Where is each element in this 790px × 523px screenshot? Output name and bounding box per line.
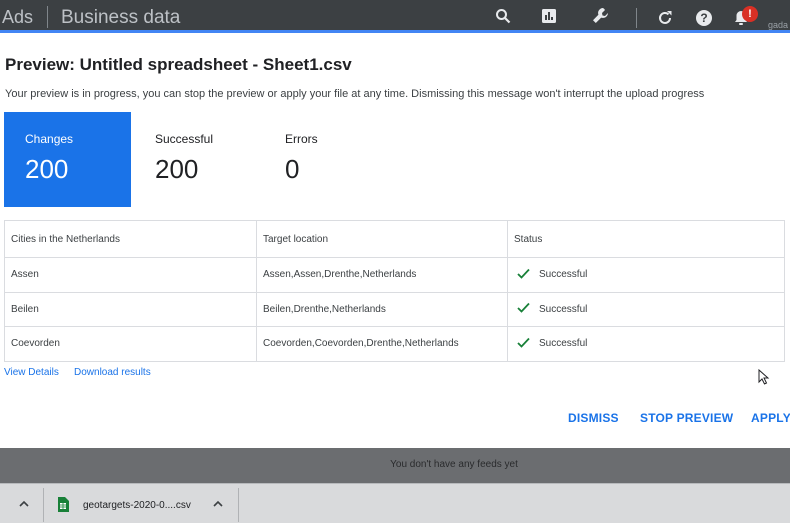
search-icon[interactable] [493,6,513,26]
downloaded-file-name[interactable]: geotargets-2020-0....csv [83,500,191,511]
cell-city: Coevorden [11,338,60,350]
svg-text:?: ? [700,11,707,25]
cell-target-location: Coevorden,Coevorden,Drenthe,Netherlands [256,327,507,361]
stat-value: 200 [155,154,199,184]
column-header-target-location[interactable]: Target location [256,221,507,257]
feeds-area: You don't have any feeds yet [0,448,790,483]
stat-label: Errors [285,132,318,146]
status-text: Successful [539,303,588,315]
download-separator [238,488,239,522]
table-row: Assen Assen,Assen,Drenthe,Netherlands Su… [5,257,784,292]
stat-errors[interactable]: Errors 0 [264,112,394,207]
topbar-separator [636,8,637,28]
dialog-subtitle: Your preview is in progress, you can sto… [5,88,705,100]
cell-status: Successful [507,327,784,361]
results-table: Cities in the Netherlands Target locatio… [4,220,785,362]
stop-preview-button[interactable]: STOP PREVIEW [640,411,733,425]
stat-changes[interactable]: Changes 200 [4,112,131,207]
table-header-row: Cities in the Netherlands Target locatio… [5,221,784,257]
table-row: Coevorden Coevorden,Coevorden,Drenthe,Ne… [5,326,784,361]
cell-city: Beilen [11,303,39,315]
stat-value: 0 [285,154,300,184]
apply-button[interactable]: APPLY [751,411,790,425]
dialog-title: Preview: Untitled spreadsheet - Sheet1.c… [5,55,352,74]
reports-icon[interactable] [539,6,559,26]
view-details-link[interactable]: View Details [4,367,59,378]
cell-status: Successful [507,292,784,326]
empty-feeds-message: You don't have any feeds yet [390,459,518,470]
cell-city: Assen [11,269,39,281]
tools-icon[interactable] [591,6,611,26]
cell-target-location: Assen,Assen,Drenthe,Netherlands [256,258,507,292]
preview-dialog: Preview: Untitled spreadsheet - Sheet1.c… [0,33,790,448]
stat-successful[interactable]: Successful 200 [134,112,264,207]
app-brand[interactable]: Ads [2,7,33,28]
checkmark-icon [517,268,530,282]
chevron-up-icon[interactable] [17,496,31,510]
download-results-link[interactable]: Download results [74,367,151,378]
checkmark-icon [517,302,530,316]
stat-value: 200 [25,154,69,184]
status-text: Successful [539,269,588,281]
refresh-icon[interactable] [655,8,675,28]
stat-label: Successful [155,132,214,146]
download-options-chevron-icon[interactable] [211,496,225,510]
column-header-status[interactable]: Status [507,221,784,257]
cell-status: Successful [507,258,784,292]
status-text: Successful [539,338,588,350]
help-icon[interactable]: ? [694,8,714,28]
cell-target-location: Beilen,Drenthe,Netherlands [256,292,507,326]
brand-divider [47,6,48,28]
account-name[interactable]: gada [768,20,788,30]
column-header-cities[interactable]: Cities in the Netherlands [5,221,256,257]
table-row: Beilen Beilen,Drenthe,Netherlands Succes… [5,291,784,326]
checkmark-icon [517,337,530,351]
download-separator [43,488,44,522]
notification-badge: ! [742,6,758,22]
dismiss-button[interactable]: DISMISS [568,411,619,425]
stat-label: Changes [25,132,74,146]
spreadsheet-file-icon [57,497,69,517]
top-app-bar: Ads Business data ? ! gada [0,0,790,32]
download-bar: geotargets-2020-0....csv [0,483,790,523]
page-title: Business data [61,7,181,28]
mouse-cursor-icon [758,368,770,390]
